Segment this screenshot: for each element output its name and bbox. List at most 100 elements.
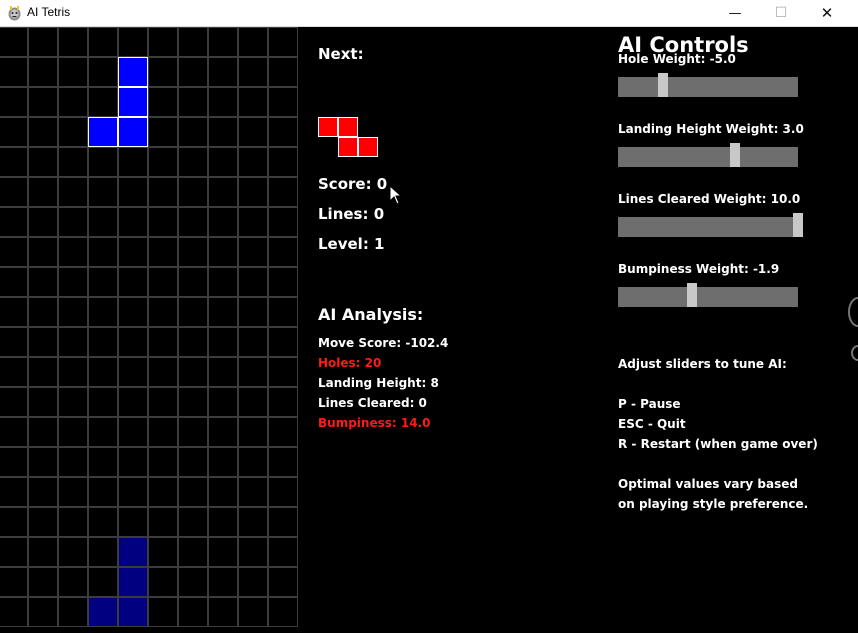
close-button[interactable]: ✕ (804, 0, 850, 26)
title-bar: AI Tetris — ☐ ✕ (0, 0, 858, 27)
grid-cell (0, 207, 28, 237)
grid-cell (178, 87, 208, 117)
grid-cell (58, 477, 88, 507)
grid-cell (268, 477, 298, 507)
active-piece-block (118, 117, 148, 147)
grid-cell (58, 327, 88, 357)
grid-cell (88, 447, 118, 477)
grid-cell (208, 387, 238, 417)
grid-cell (0, 147, 28, 177)
grid-cell (238, 87, 268, 117)
grid-cell (58, 57, 88, 87)
grid-cell (88, 57, 118, 87)
grid-cell (178, 387, 208, 417)
next-piece-block (338, 137, 358, 157)
grid-cell (88, 207, 118, 237)
grid-cell (28, 447, 58, 477)
bumpiness-text: Bumpiness: 14.0 (318, 416, 431, 430)
grid-cell (238, 297, 268, 327)
grid-cell (28, 177, 58, 207)
grid-cell (178, 57, 208, 87)
board-grid (0, 27, 298, 627)
grid-cell (118, 447, 148, 477)
grid-cell (268, 237, 298, 267)
grid-cell (178, 147, 208, 177)
holes-text: Holes: 20 (318, 356, 382, 370)
grid-cell (28, 477, 58, 507)
grid-cell (58, 387, 88, 417)
lines-cleared-weight-slider[interactable] (618, 213, 803, 237)
grid-cell (238, 177, 268, 207)
grid-cell (208, 117, 238, 147)
grid-cell (208, 27, 238, 57)
grid-cell (208, 417, 238, 447)
grid-cell (148, 147, 178, 177)
grid-cell (88, 387, 118, 417)
minimize-icon: — (728, 5, 742, 21)
grid-cell (208, 237, 238, 267)
grid-cell (148, 357, 178, 387)
maximize-button[interactable]: ☐ (758, 0, 804, 26)
grid-cell (58, 177, 88, 207)
grid-cell (208, 327, 238, 357)
grid-cell (88, 417, 118, 447)
grid-cell (148, 57, 178, 87)
slider-thumb[interactable] (793, 213, 803, 237)
next-piece-block (338, 117, 358, 137)
ghost-piece-block (118, 567, 148, 597)
grid-cell (178, 267, 208, 297)
grid-cell (268, 327, 298, 357)
grid-cell (28, 357, 58, 387)
grid-cell (178, 117, 208, 147)
grid-cell (178, 477, 208, 507)
landing-height-weight-slider[interactable] (618, 143, 798, 167)
ghost-piece-block (88, 597, 118, 627)
grid-cell (88, 357, 118, 387)
grid-cell (208, 207, 238, 237)
grid-cell (28, 87, 58, 117)
grid-cell (178, 507, 208, 537)
grid-cell (148, 597, 178, 627)
slider-thumb[interactable] (730, 143, 740, 167)
grid-cell (268, 297, 298, 327)
slider-thumb[interactable] (686, 283, 697, 307)
grid-cell (238, 327, 268, 357)
grid-cell (118, 297, 148, 327)
grid-cell (0, 327, 28, 357)
next-label: Next: (318, 45, 364, 63)
grid-cell (88, 177, 118, 207)
grid-cell (148, 537, 178, 567)
grid-cell (148, 267, 178, 297)
grid-cell (28, 567, 58, 597)
grid-cell (268, 537, 298, 567)
bumpiness-weight-slider[interactable] (618, 283, 798, 307)
grid-cell (28, 117, 58, 147)
pause-help-text: P - Pause (618, 397, 681, 411)
grid-cell (88, 87, 118, 117)
grid-cell (268, 177, 298, 207)
grid-cell (88, 237, 118, 267)
optimal-note-line1: Optimal values vary based (618, 477, 798, 491)
grid-cell (208, 567, 238, 597)
grid-cell (0, 567, 28, 597)
slider-thumb[interactable] (658, 73, 668, 97)
grid-cell (178, 327, 208, 357)
lines-cleared-text: Lines Cleared: 0 (318, 396, 427, 410)
grid-cell (238, 597, 268, 627)
score-text: Score: 0 (318, 175, 388, 193)
restart-help-text: R - Restart (when game over) (618, 437, 818, 451)
hole-weight-slider[interactable] (618, 73, 798, 97)
grid-cell (148, 27, 178, 57)
grid-cell (28, 207, 58, 237)
grid-cell (268, 87, 298, 117)
grid-cell (178, 417, 208, 447)
grid-cell (28, 297, 58, 327)
grid-cell (178, 537, 208, 567)
grid-cell (88, 147, 118, 177)
grid-cell (28, 537, 58, 567)
grid-cell (268, 57, 298, 87)
minimize-button[interactable]: — (712, 0, 758, 26)
move-score-text: Move Score: -102.4 (318, 336, 449, 350)
grid-cell (148, 87, 178, 117)
grid-cell (28, 387, 58, 417)
